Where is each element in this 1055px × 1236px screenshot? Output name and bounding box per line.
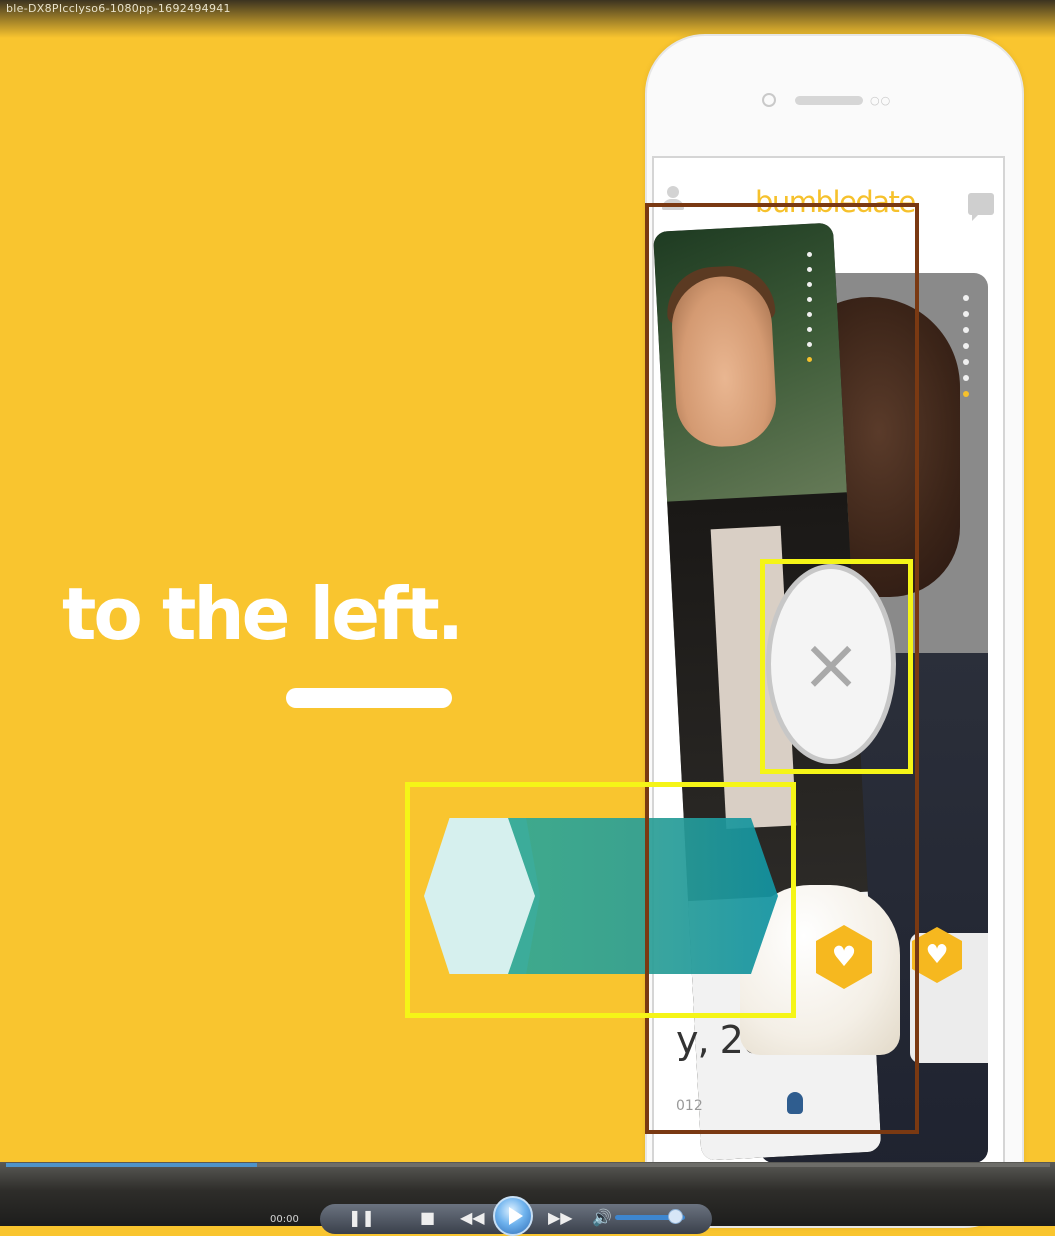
pause-icon[interactable]: ❚❚ <box>348 1208 375 1227</box>
phone-camera-icon <box>762 93 776 107</box>
stop-icon[interactable]: ■ <box>420 1208 435 1227</box>
headline-prefix: to the <box>62 572 310 656</box>
photo-pager-dots-back <box>963 295 971 407</box>
play-icon[interactable] <box>493 1196 533 1236</box>
chat-icon[interactable] <box>968 193 994 221</box>
phone-sensor-icon: ○○ <box>870 94 892 107</box>
headline-underline <box>286 688 452 708</box>
time-display: 00:00 <box>270 1214 299 1225</box>
seek-bar-progress <box>6 1163 257 1167</box>
video-filename: ble-DX8PIcclyso6-1080pp-1692494941 <box>6 2 231 15</box>
volume-icon[interactable]: 🔊 <box>592 1208 612 1227</box>
next-icon[interactable]: ▶▶ <box>548 1208 573 1227</box>
phone-speaker <box>795 96 863 105</box>
highlight-box-swipe-arrow <box>405 782 796 1018</box>
slide-headline: to the left. <box>62 572 465 656</box>
highlight-box-pass-button <box>760 559 913 774</box>
volume-knob[interactable] <box>668 1209 683 1224</box>
headline-emphasis: left. <box>309 572 465 656</box>
previous-icon[interactable]: ◀◀ <box>460 1208 485 1227</box>
